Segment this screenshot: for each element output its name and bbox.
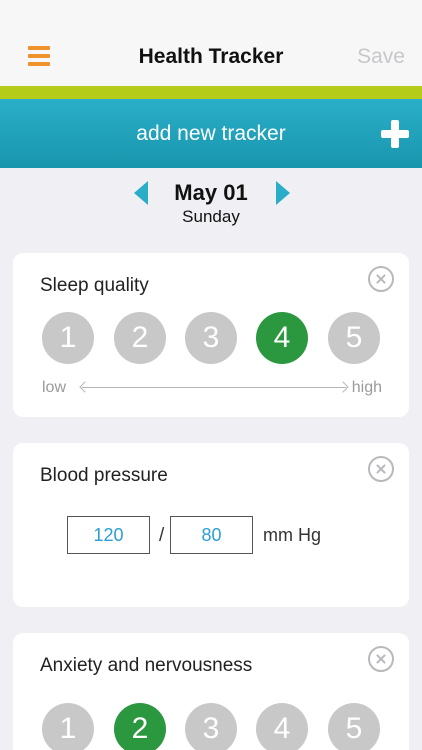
- pressure-unit-label: mm Hg: [263, 525, 321, 545]
- rating-option-5[interactable]: 5: [328, 703, 380, 750]
- add-new-tracker-label: add new tracker: [136, 122, 286, 145]
- tracker-title: Anxiety and nervousness: [40, 655, 253, 676]
- pressure-separator: /: [159, 525, 165, 546]
- double-arrow-icon: [82, 387, 346, 388]
- plus-icon[interactable]: [381, 120, 409, 148]
- systolic-input[interactable]: [67, 516, 150, 554]
- close-icon[interactable]: [368, 646, 394, 672]
- scale-low-label: low: [42, 379, 67, 396]
- navigation-bar: Health Tracker Save: [0, 0, 422, 86]
- rating-selector: 1 2 3 4 5: [42, 703, 382, 750]
- rating-option-4[interactable]: 4: [256, 703, 308, 750]
- weekday-label: Sunday: [182, 207, 240, 226]
- close-icon[interactable]: [368, 456, 394, 482]
- rating-option-5[interactable]: 5: [328, 312, 380, 364]
- rating-scale: low high: [42, 379, 382, 397]
- tracker-card-blood-pressure: Blood pressure / mm Hg: [13, 443, 409, 607]
- tracker-title: Sleep quality: [40, 275, 149, 296]
- close-icon[interactable]: [368, 266, 394, 292]
- rating-option-1[interactable]: 1: [42, 703, 94, 750]
- add-new-tracker-button[interactable]: add new tracker: [0, 99, 422, 168]
- diastolic-input[interactable]: [170, 516, 253, 554]
- rating-option-2[interactable]: 2: [114, 312, 166, 364]
- tracker-card-sleep-quality: Sleep quality 1 2 3 4 5 low high: [13, 253, 409, 417]
- rating-option-3[interactable]: 3: [185, 703, 237, 750]
- rating-option-3[interactable]: 3: [185, 312, 237, 364]
- tracker-card-anxiety: Anxiety and nervousness 1 2 3 4 5: [13, 633, 409, 750]
- tracker-title: Blood pressure: [40, 465, 168, 486]
- next-day-arrow-icon[interactable]: [276, 181, 290, 205]
- save-button[interactable]: Save: [357, 45, 405, 69]
- rating-option-4-selected[interactable]: 4: [256, 312, 308, 364]
- rating-option-2-selected[interactable]: 2: [114, 703, 166, 750]
- date-navigator: May 01 Sunday: [0, 168, 422, 240]
- scale-high-label: high: [351, 379, 382, 396]
- rating-option-1[interactable]: 1: [42, 312, 94, 364]
- rating-selector: 1 2 3 4 5: [42, 312, 382, 364]
- date-label: May 01: [174, 180, 248, 205]
- accent-stripe: [0, 86, 422, 99]
